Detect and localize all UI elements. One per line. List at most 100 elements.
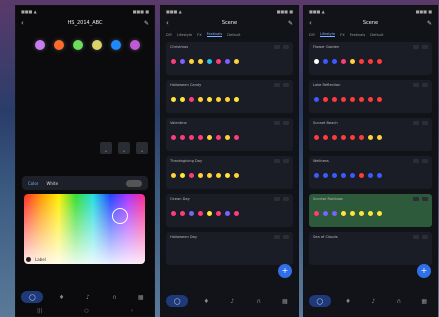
preset-button-2[interactable]: ▫ [118, 142, 130, 154]
more-icon[interactable] [422, 235, 428, 239]
page-title: Scene [221, 20, 238, 26]
more-icon[interactable] [283, 197, 289, 201]
play-icon[interactable] [274, 235, 280, 239]
nav-timer-icon[interactable]: ∩ [106, 291, 122, 303]
more-icon[interactable] [422, 45, 428, 49]
tab-lifestyle[interactable]: Lifestyle [320, 32, 336, 37]
edit-icon[interactable]: ✎ [422, 20, 432, 27]
nav-bulb-icon[interactable]: ♦ [198, 295, 214, 307]
play-icon[interactable] [413, 121, 419, 125]
edit-icon[interactable]: ✎ [139, 20, 149, 27]
color-dot [225, 97, 230, 102]
home-icon[interactable]: ○ [84, 308, 88, 314]
nav-grid-icon[interactable]: ▦ [416, 295, 432, 307]
more-icon[interactable] [422, 121, 428, 125]
nav-timer-icon[interactable]: ∩ [251, 295, 267, 307]
scene-card[interactable]: Christmas [166, 42, 293, 75]
play-icon[interactable] [413, 235, 419, 239]
nav-color-icon[interactable]: ◯ [166, 295, 189, 307]
bulb-4[interactable] [92, 40, 102, 50]
more-icon[interactable] [283, 235, 289, 239]
play-icon[interactable] [413, 45, 419, 49]
scene-card[interactable]: Lake Reflection [309, 80, 432, 113]
back-icon[interactable]: ‹ [21, 19, 31, 27]
tab-diy[interactable]: DIY [166, 33, 172, 37]
mode-switch[interactable] [126, 179, 142, 187]
more-icon[interactable] [283, 159, 289, 163]
more-icon[interactable] [283, 83, 289, 87]
edit-icon[interactable]: ✎ [283, 20, 293, 27]
play-icon[interactable] [413, 159, 419, 163]
play-icon[interactable] [274, 45, 280, 49]
color-dot [377, 135, 382, 140]
tab-fx[interactable]: FX [340, 33, 345, 37]
preset-button-1[interactable]: ▫ [100, 142, 112, 154]
color-mode-label[interactable]: Color [28, 181, 38, 186]
play-icon[interactable] [413, 83, 419, 87]
nav-color-icon[interactable]: ◯ [21, 291, 44, 303]
nav-bulb-icon[interactable]: ♦ [340, 295, 356, 307]
nav-music-icon[interactable]: ♪ [80, 291, 96, 303]
tab-default[interactable]: Default [370, 33, 383, 37]
scene-card[interactable]: Halloween Candy [166, 80, 293, 113]
swatch-dot[interactable] [26, 256, 31, 262]
scene-card[interactable]: Ocean Day [166, 194, 293, 227]
scene-card[interactable]: Sea of Clouds [309, 232, 432, 265]
picker-cursor[interactable] [112, 208, 128, 224]
scene-card[interactable]: Sunrise Rainbow [309, 194, 432, 227]
add-scene-button[interactable]: + [417, 264, 431, 278]
white-mode-label[interactable]: White [46, 181, 58, 186]
color-dot [377, 211, 382, 216]
more-icon[interactable] [422, 197, 428, 201]
bottom-nav: ◯ ♦ ♪ ∩ ▦ [161, 292, 298, 310]
preset-button-3[interactable]: ▫ [136, 142, 148, 154]
color-dot [323, 97, 328, 102]
more-icon[interactable] [283, 45, 289, 49]
nav-music-icon[interactable]: ♪ [365, 295, 381, 307]
bulb-5[interactable] [111, 40, 121, 50]
more-icon[interactable] [422, 83, 428, 87]
nav-bulb-icon[interactable]: ♦ [54, 291, 70, 303]
color-dot [314, 211, 319, 216]
color-dot [377, 59, 382, 64]
bulb-1[interactable] [35, 40, 45, 50]
bulb-2[interactable] [54, 40, 64, 50]
recent-apps-icon[interactable]: ||| [37, 308, 42, 314]
play-icon[interactable] [274, 197, 280, 201]
scene-controls [274, 197, 289, 201]
scene-card[interactable]: Wellness [309, 156, 432, 189]
bulb-6[interactable] [130, 40, 140, 50]
color-dot [368, 173, 373, 178]
nav-grid-icon[interactable]: ▦ [133, 291, 149, 303]
scene-card[interactable]: Valentine [166, 118, 293, 151]
scene-card[interactable]: Thanksgiving Day [166, 156, 293, 189]
play-icon[interactable] [274, 83, 280, 87]
scene-name: Flower Garden [313, 45, 340, 49]
scene-card[interactable]: Halloween Day [166, 232, 293, 265]
tab-festivals[interactable]: Festivals [206, 32, 223, 37]
back-icon[interactable]: ‹ [166, 19, 176, 27]
scene-card[interactable]: Flower Garden [309, 42, 432, 75]
tab-default[interactable]: Default [227, 33, 240, 37]
bulb-3[interactable] [73, 40, 83, 50]
nav-music-icon[interactable]: ♪ [224, 295, 240, 307]
nav-grid-icon[interactable]: ▦ [277, 295, 293, 307]
nav-color-icon[interactable]: ◯ [308, 295, 331, 307]
tab-festivals[interactable]: Festivals [350, 33, 366, 37]
scene-color-dots [171, 59, 239, 64]
color-dot [341, 173, 346, 178]
more-icon[interactable] [422, 159, 428, 163]
back-nav-icon[interactable]: ‹ [131, 308, 133, 314]
scene-card[interactable]: Sunset Beach [309, 118, 432, 151]
tab-lifestyle[interactable]: Lifestyle [177, 33, 192, 37]
scene-color-dots [314, 97, 382, 102]
tab-diy[interactable]: DIY [309, 33, 315, 37]
play-icon[interactable] [274, 159, 280, 163]
more-icon[interactable] [283, 121, 289, 125]
play-icon[interactable] [413, 197, 419, 201]
add-scene-button[interactable]: + [278, 264, 292, 278]
nav-timer-icon[interactable]: ∩ [391, 295, 407, 307]
back-icon[interactable]: ‹ [309, 19, 319, 27]
play-icon[interactable] [274, 121, 280, 125]
tab-fx[interactable]: FX [197, 33, 202, 37]
